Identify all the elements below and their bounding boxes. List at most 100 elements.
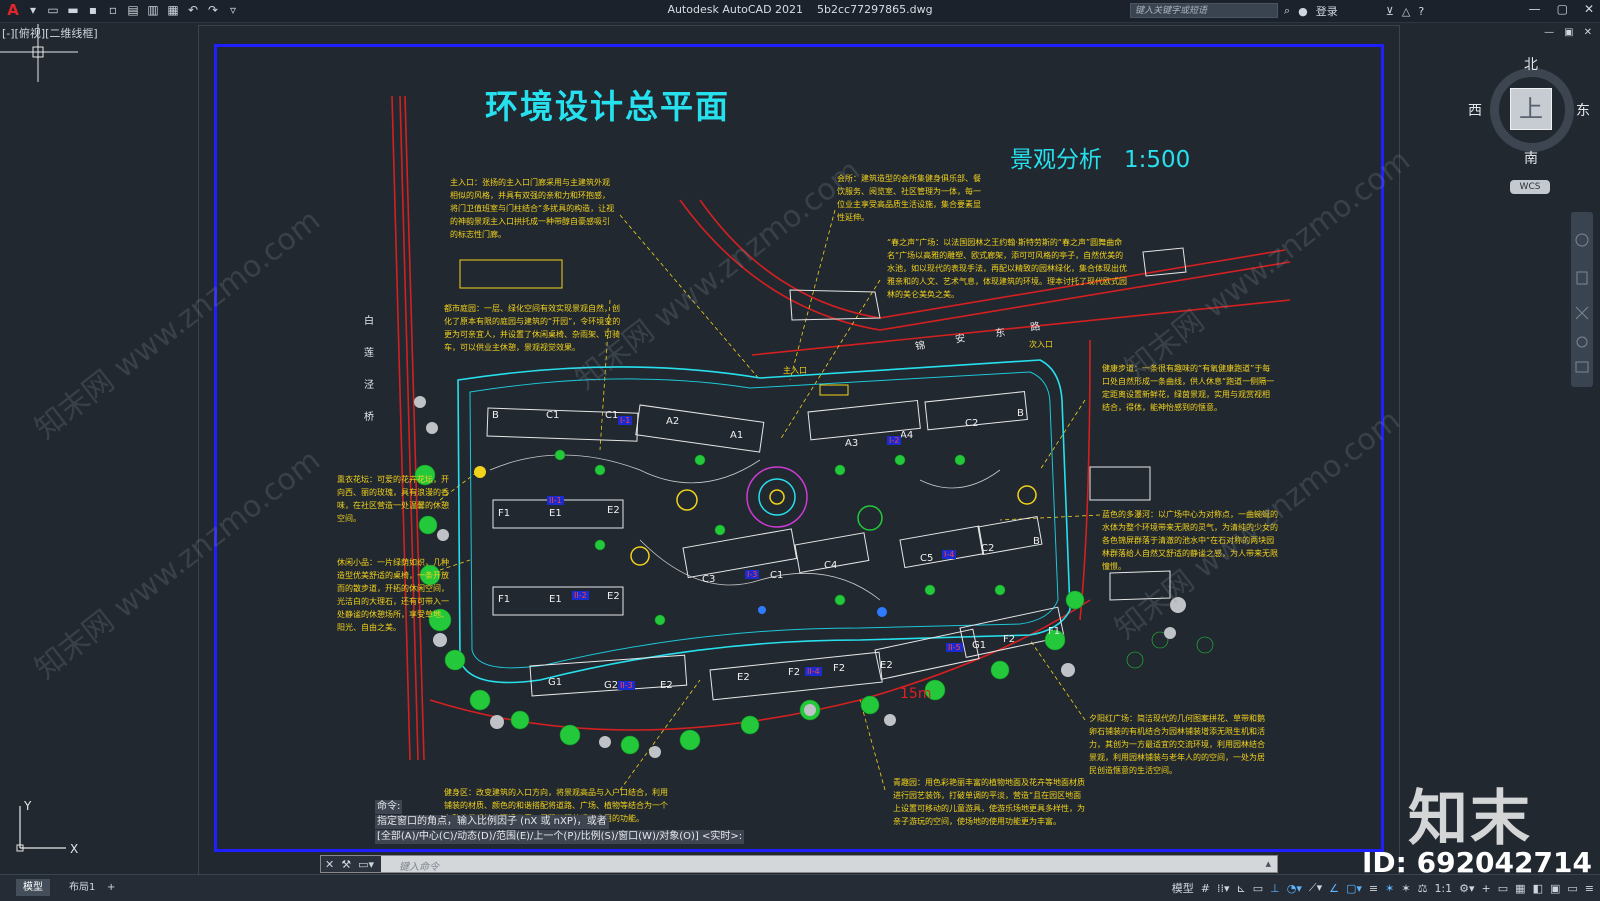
status-bar-tools: 模型 # ⁞⁞▾ ⊾ ▭ ⊥ ◔▾ ⟋▾ ∠ ▢▾ ≡ ✶ ✶ ⚖ 1:1 ⚙▾… [1172, 880, 1594, 896]
view-cube-top-face[interactable]: 上 [1510, 88, 1552, 130]
building-label: G2 [604, 680, 619, 691]
building-label: E2 [607, 505, 620, 516]
highlight-points [474, 384, 849, 478]
central-plaza [630, 466, 1037, 566]
note-flower-garden: 青趣园：用色彩艳丽丰富的植物地面及花卉等地面材质进行园艺装饰，打破单调的平淡，营… [893, 778, 1085, 826]
phase-tag: II-5 [946, 643, 963, 652]
street-label-west-1: 白 [364, 316, 374, 327]
quick-properties-icon[interactable]: ▦ [1515, 882, 1525, 895]
clean-screen-icon[interactable]: ▭ [1567, 882, 1577, 895]
street-label-west-3: 泾 [364, 380, 374, 391]
command-history-line: [全部(A)/中心(C)/动态(D)/范围(E)/上一个(P)/比例(S)/窗口… [375, 830, 745, 844]
main-entry-label: 主入口 [783, 366, 807, 375]
grid-icon[interactable]: # [1201, 882, 1210, 895]
building-label: F1 [1048, 626, 1061, 637]
phase-tag: I-4 [942, 550, 957, 559]
isolate-objects-icon[interactable]: ◧ [1533, 882, 1543, 895]
note-leisure: 休闲小品：一片绿荫如织，几种造型优美舒适的桌椅，一条开放而的散步道，开拓的休闲空… [337, 558, 449, 632]
building-label: B [1033, 536, 1040, 547]
building-label: B [492, 410, 499, 421]
command-history: 命令: 指定窗口的角点，输入比例因子 (nX 或 nXP)，或者 [全部(A)/… [375, 800, 800, 845]
workspace-icon[interactable]: ⚙▾ [1459, 882, 1474, 895]
command-history-line: 命令: [375, 800, 403, 814]
isodraft-icon[interactable]: ⟋▾ [1309, 881, 1322, 895]
building-label: C3 [702, 574, 716, 585]
building-label: A3 [845, 438, 859, 449]
annotation-monitor-icon[interactable]: + [1482, 882, 1491, 895]
note-spring-square: “春之声”广场：以法国园林之王约翰·斯特劳斯的“春之声”圆舞曲命名“广场以高雅的… [887, 238, 1127, 299]
water-features [758, 606, 887, 617]
tab-model[interactable]: 模型 [16, 879, 50, 896]
annotation-scale-value[interactable]: 1:1 [1434, 882, 1452, 895]
building-label: C4 [824, 560, 838, 571]
status-bar: 模型 布局1 + 模型 # ⁞⁞▾ ⊾ ▭ ⊥ ◔▾ ⟋▾ ∠ ▢▾ ≡ ✶ ✶… [0, 874, 1600, 901]
command-line[interactable]: ✕ ⚒ ▭▾ 键入命令 ▴ [320, 855, 1278, 873]
note-main-entrance: 主入口：张扬的主入口门廊采用与主建筑外观相似的风格，并具有双强的亲和力和环抱感，… [450, 178, 615, 239]
building-label: C1 [770, 570, 784, 581]
annotation-scale-icon[interactable]: ⚖ [1418, 882, 1428, 895]
street-label-north-1: 锦 [914, 340, 927, 353]
compass-north[interactable]: 北 [1524, 54, 1538, 74]
dynamic-input-icon[interactable]: ▭ [1253, 882, 1263, 895]
command-recent-icon[interactable]: ▭▾ [358, 858, 374, 871]
building-label: A1 [730, 430, 744, 441]
white-shrubs [414, 396, 1186, 758]
building-label: C5 [920, 553, 934, 564]
site-boundary [457, 359, 1071, 684]
ortho-icon[interactable]: ⊥ [1270, 882, 1280, 895]
polar-tracking-icon[interactable]: ◔▾ [1287, 882, 1302, 895]
object-snap-tracking-icon[interactable]: ∠ [1329, 882, 1339, 895]
ucs-y-label: Y [23, 799, 32, 813]
auto-scale-icon[interactable]: ✶ [1401, 882, 1410, 895]
model-space-button[interactable]: 模型 [1172, 880, 1194, 896]
dimension-label: 15m [900, 686, 932, 702]
snap-icon[interactable]: ⁞⁞▾ [1217, 882, 1230, 895]
building-label: E1 [549, 508, 562, 519]
wcs-menu[interactable]: WCS [1510, 180, 1550, 194]
drawing-scale: 1:500 [1123, 147, 1191, 173]
building-label: C2 [981, 543, 995, 554]
command-close-icon[interactable]: ✕ [325, 858, 334, 871]
building-label: F1 [498, 508, 511, 519]
command-expand-icon[interactable]: ▴ [1265, 857, 1271, 870]
lineweight-icon[interactable]: ≡ [1369, 882, 1378, 895]
street-label-west-4: 桥 [364, 412, 374, 423]
command-input[interactable]: 键入命令 [399, 858, 439, 873]
building-label: G1 [972, 640, 987, 651]
building-label: A2 [666, 416, 680, 427]
object-snap-icon[interactable]: ▢▾ [1346, 882, 1362, 895]
annotation-visibility-icon[interactable]: ✶ [1385, 882, 1394, 895]
hardware-acceleration-icon[interactable]: ▣ [1550, 882, 1560, 895]
building-label: F2 [788, 667, 801, 678]
customize-menu-icon[interactable]: ≡ [1585, 882, 1594, 895]
building-label: F2 [833, 663, 846, 674]
infer-constraints-icon[interactable]: ⊾ [1237, 882, 1246, 895]
building-label: E2 [880, 660, 893, 671]
view-cube[interactable]: 上 北 南 东 西 [1468, 57, 1590, 167]
compass-west[interactable]: 西 [1468, 100, 1482, 120]
units-icon[interactable]: ▭ [1498, 882, 1508, 895]
compass-south[interactable]: 南 [1524, 148, 1538, 168]
building-label: E2 [660, 680, 673, 691]
street-label-north-2: 安 [954, 333, 967, 346]
navigation-bar[interactable] [1571, 212, 1593, 387]
building-label: C1 [546, 410, 560, 421]
drawing-subtitle: 景观分析 1:500 [1010, 140, 1190, 174]
compass-east[interactable]: 东 [1576, 100, 1590, 120]
building-label: C1 [605, 410, 619, 421]
building-blocks [486, 390, 1065, 701]
phase-tag: II-3 [618, 681, 635, 690]
command-customize-icon[interactable]: ⚒ [341, 858, 351, 871]
building-label: C2 [965, 418, 979, 429]
building-label: G1 [548, 677, 563, 688]
tab-layout1[interactable]: 布局1 [62, 879, 102, 896]
watermark-logo: 知末 [1408, 784, 1532, 854]
building-label: F2 [1003, 634, 1016, 645]
phase-tag: II-2 [572, 591, 589, 600]
add-layout-button[interactable]: + [100, 879, 122, 896]
drawing-title: 环境设计总平面 [485, 87, 730, 126]
secondary-entry-label: 次入口 [1029, 340, 1053, 349]
building-label: E2 [737, 672, 750, 683]
phase-tag: I-1 [618, 416, 633, 425]
building-label: B [1017, 408, 1024, 419]
